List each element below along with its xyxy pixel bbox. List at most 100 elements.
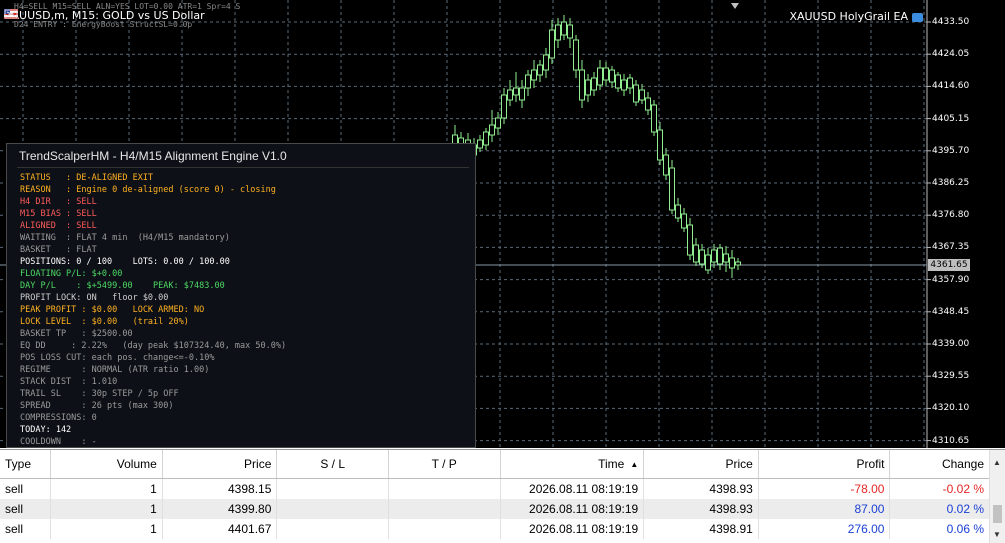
candle-body: [567, 24, 573, 39]
table-row[interactable]: sell 1 4398.15 2026.08.11 08:19:19 4398.…: [0, 478, 990, 499]
candle-body: [579, 69, 585, 101]
panel-row: H4 DIR : SELL: [20, 197, 97, 207]
candle-body: [615, 74, 621, 89]
panel-row: DAY P/L : $+5499.00 PEAK: $7483.00: [20, 281, 225, 291]
panel-row: STACK DIST : 1.010: [20, 377, 118, 387]
price-axis-label: 4414.60: [932, 81, 970, 92]
candle-body: [573, 39, 579, 71]
cell-sl[interactable]: [276, 519, 389, 539]
candle-body: [603, 67, 609, 81]
table-row[interactable]: sell 1 4399.80 2026.08.11 08:19:19 4398.…: [0, 499, 990, 519]
candle-body: [519, 87, 525, 101]
shift-marker-icon[interactable]: [731, 3, 739, 9]
candle-body: [489, 124, 495, 136]
panel-row: STATUS : DE-ALIGNED EXIT: [20, 173, 154, 183]
cell-tp[interactable]: [388, 499, 501, 519]
cell-time: 2026.08.11 08:19:19: [500, 519, 645, 539]
panel-row: M15 BIAS : SELL: [20, 209, 97, 219]
price-axis-label: 4376.80: [932, 210, 970, 221]
panel-row: COMPRESSIONS: 0: [20, 413, 97, 423]
candle-body: [657, 129, 663, 161]
candle-body: [681, 213, 687, 229]
candle-body: [651, 104, 657, 133]
price-axis-label: 4433.50: [932, 17, 970, 27]
col-header-price[interactable]: Price: [162, 450, 278, 479]
cell-type: sell: [0, 499, 52, 519]
col-header-profit[interactable]: Profit: [758, 450, 891, 479]
candle-body: [477, 139, 483, 149]
price-axis-label: 4395.70: [932, 145, 970, 156]
panel-row: LOCK LEVEL : $0.00 (trail 20%): [20, 317, 189, 327]
price-axis-label: 4348.45: [932, 306, 970, 317]
candle-body: [513, 87, 519, 96]
cell-tp[interactable]: [388, 519, 501, 539]
col-header-time-label: Time: [598, 457, 625, 471]
cell-open-price: 4401.67: [162, 519, 278, 539]
price-axis-label: 4329.55: [932, 371, 970, 382]
candle-body: [729, 257, 735, 269]
panel-row: EQ DD : 2.22% (day peak $107324.40, max …: [20, 341, 287, 351]
candle-body: [621, 79, 627, 91]
expert-advisor-name[interactable]: XAUUSD HolyGrail EA: [789, 10, 923, 23]
scroll-up-icon[interactable]: ▲: [993, 458, 1001, 467]
trade-terminal: Type Volume Price S / L T / P Time ▲ Pric…: [0, 449, 1005, 543]
panel-row: REGIME : NORMAL (ATR ratio 1.00): [20, 365, 210, 375]
col-header-sl[interactable]: S / L: [276, 450, 389, 479]
price-axis-label: 4424.05: [932, 49, 970, 60]
candle-body: [483, 131, 489, 146]
ea-name-text: XAUUSD HolyGrail EA: [789, 10, 908, 23]
candle-body: [555, 24, 561, 41]
col-header-type[interactable]: Type: [0, 450, 52, 479]
scrollbar-thumb[interactable]: [993, 505, 1002, 523]
panel-divider: [17, 167, 469, 168]
cell-type: sell: [0, 478, 52, 499]
candle-body: [735, 261, 741, 266]
panel-row: TRAIL SL : 30p STEP / 5p OFF: [20, 389, 179, 399]
cell-profit: -78.00: [758, 478, 891, 499]
candle-body: [609, 69, 615, 83]
col-header-tp[interactable]: T / P: [388, 450, 501, 479]
candle-body: [531, 69, 537, 81]
table-scrollbar[interactable]: ▲ ▼: [989, 450, 1005, 543]
current-price-label: 4361.65: [928, 259, 970, 271]
price-chart[interactable]: XAUUSD,m, M15: GOLD vs US Dollar H4=SELL…: [0, 0, 1005, 448]
candle-body: [543, 54, 549, 71]
candle-body: [699, 249, 705, 265]
panel-row: BASKET : FLAT: [20, 245, 97, 255]
cell-tp[interactable]: [388, 478, 501, 499]
panel-row: REASON : Engine 0 de-aligned (score 0) -…: [20, 185, 276, 195]
candle-body: [675, 204, 681, 219]
ea-status-icon: [912, 12, 923, 22]
panel-row: POS LOSS CUT: each pos. change<=-0.10%: [20, 353, 215, 363]
candle-body: [717, 247, 723, 265]
cell-change: -0.02 %: [889, 478, 990, 499]
table-row[interactable]: sell 1 4401.67 2026.08.11 08:19:19 4398.…: [0, 519, 990, 539]
candle-body: [687, 224, 693, 256]
col-header-volume[interactable]: Volume: [50, 450, 163, 479]
panel-row: POSITIONS: 0 / 100 LOTS: 0.00 / 100.00: [20, 257, 230, 267]
cell-current-price: 4398.93: [643, 478, 759, 499]
cell-change: 0.02 %: [889, 499, 990, 519]
col-header-change[interactable]: Change: [889, 450, 990, 479]
panel-row: WAITING : FLAT 4 min (H4/M15 mandatory): [20, 233, 230, 243]
cell-sl[interactable]: [276, 499, 389, 519]
candle-body: [525, 74, 531, 89]
cell-volume: 1: [50, 519, 163, 539]
panel-title: TrendScalperHM - H4/M15 Alignment Engine…: [19, 149, 287, 163]
panel-row: PROFIT LOCK: ON floor $0.00: [20, 293, 169, 303]
candle-body: [597, 67, 603, 86]
price-axis-label: 4357.90: [932, 274, 970, 285]
candle-body: [645, 97, 651, 111]
col-header-time[interactable]: Time ▲: [500, 450, 645, 479]
col-header-current-price[interactable]: Price: [643, 450, 759, 479]
cell-time: 2026.08.11 08:19:19: [500, 478, 645, 499]
candle-body: [711, 249, 717, 263]
cell-sl[interactable]: [276, 478, 389, 499]
scroll-down-icon[interactable]: ▼: [993, 530, 1001, 539]
candle-body: [549, 29, 555, 59]
cell-open-price: 4398.15: [162, 478, 278, 499]
candle-body: [561, 21, 567, 36]
candle-body: [723, 253, 729, 263]
cell-current-price: 4398.93: [643, 499, 759, 519]
candle-body: [585, 79, 591, 96]
